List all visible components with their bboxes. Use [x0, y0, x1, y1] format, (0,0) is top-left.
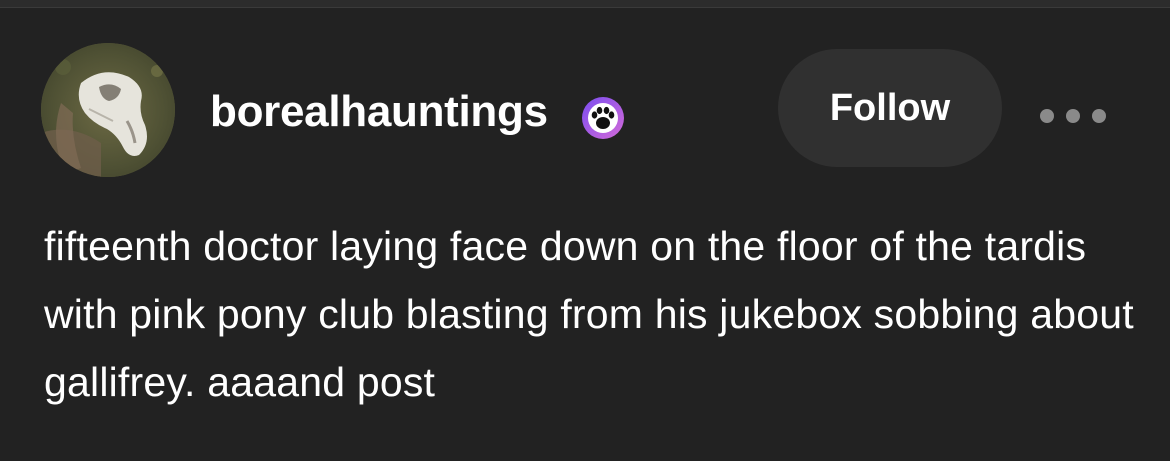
post-body: fifteenth doctor laying face down on the…: [44, 212, 1134, 416]
dot-icon: [1040, 109, 1054, 123]
post-header: borealhauntings Follow: [0, 8, 1170, 198]
dot-icon: [1066, 109, 1080, 123]
avatar-image: [41, 43, 175, 177]
more-options-icon[interactable]: [1040, 96, 1106, 136]
avatar[interactable]: [41, 43, 175, 177]
top-divider: [0, 0, 1170, 8]
follow-button[interactable]: Follow: [778, 49, 1002, 167]
dot-icon: [1092, 109, 1106, 123]
username-link[interactable]: borealhauntings: [210, 86, 548, 138]
post-text: fifteenth doctor laying face down on the…: [44, 223, 1134, 405]
paw-print-badge-icon[interactable]: [580, 95, 626, 141]
